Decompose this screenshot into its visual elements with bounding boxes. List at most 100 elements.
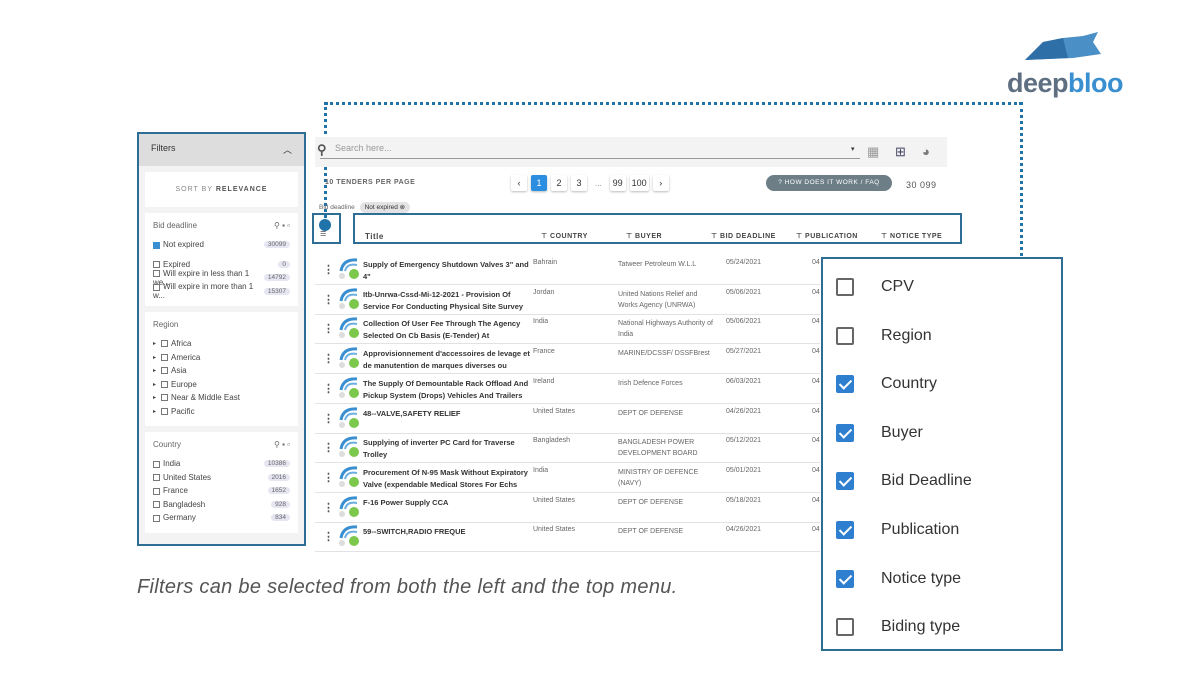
checkbox[interactable] [836,423,854,442]
region-option[interactable]: ▸ Europe [153,378,290,392]
region-option[interactable]: ▸ America [153,351,290,365]
column-toggle[interactable]: Buyer [836,423,923,443]
more-options-icon[interactable]: ⋮ [323,382,334,395]
per-page-select[interactable]: 10 TENDERS PER PAGE [325,179,415,186]
column-toggle[interactable]: Biding type [836,617,960,637]
tender-title[interactable]: Approvisionnement d'accessoires de levag… [363,348,531,372]
column-toggle[interactable]: Publication [836,520,959,540]
filter-option[interactable]: Bangladesh 928 [153,498,290,512]
region-option[interactable]: ▸ Asia [153,364,290,378]
expand-icon[interactable]: ▸ [153,367,156,374]
column-notice-type[interactable]: ⊤ NOTICE TYPE [881,232,942,240]
checkbox[interactable] [153,487,160,495]
table-row[interactable]: ⋮ Procurement Of N-95 Mask Without Expir… [315,463,820,493]
more-options-icon[interactable]: ⋮ [323,471,334,484]
checkbox[interactable] [161,380,169,388]
tender-title[interactable]: F-16 Power Supply CCA [363,497,531,509]
page-button[interactable]: 1 [531,175,547,191]
close-icon[interactable]: ⊗ [400,204,405,211]
checkbox[interactable] [161,367,169,375]
page-button[interactable]: 99 [609,175,626,191]
checkbox[interactable] [836,326,854,345]
column-toggle[interactable]: CPV [836,277,914,297]
checkbox[interactable] [153,501,160,509]
checkbox[interactable] [153,474,160,482]
table-row[interactable]: ⋮ Supplying of inverter PC Card for Trav… [315,433,820,464]
column-toggle[interactable]: Notice type [836,569,961,589]
region-option[interactable]: ▸ Africa [153,337,290,351]
table-row[interactable]: ⋮ The Supply Of Demountable Rack Offload… [315,374,820,404]
prev-page-button[interactable]: ‹ [511,175,527,191]
checkbox[interactable] [836,569,854,588]
search-input[interactable]: Search here... [320,143,860,159]
expand-icon[interactable]: ▸ [153,340,156,347]
more-options-icon[interactable]: ⋮ [323,322,334,335]
faq-button[interactable]: ? HOW DOES IT WORK / FAQ [766,175,892,191]
checkbox[interactable] [836,521,854,539]
chart-view-icon[interactable]: ◕ [922,144,930,159]
filter-option[interactable]: France 1652 [153,484,290,498]
checkbox[interactable] [153,261,160,269]
tender-title[interactable]: 48--VALVE,SAFETY RELIEF [363,408,531,420]
filter-chip[interactable]: Not expired ⊗ [359,202,411,213]
checkbox[interactable] [836,472,854,491]
region-option[interactable]: ▸ Near & Middle East [153,391,290,405]
more-options-icon[interactable]: ⋮ [323,293,334,306]
table-row[interactable]: ⋮ F-16 Power Supply CCA United States DE… [315,493,820,523]
more-options-icon[interactable]: ⋮ [323,441,334,454]
sort-button[interactable]: SORT BY RELEVANCE [145,172,298,207]
filter-option[interactable]: United States 2016 [153,471,290,485]
filter-option[interactable]: Will expire in more than 1 w... 15307 [153,282,290,300]
checkbox[interactable] [153,514,160,522]
checkbox[interactable] [161,353,169,361]
chevron-up-icon[interactable]: ︿ [283,143,292,157]
next-page-button[interactable]: › [652,175,669,191]
filter-option[interactable]: Germany 834 [153,511,290,525]
page-button[interactable]: 3 [571,175,587,191]
table-row[interactable]: ⋮ Approvisionnement d'accessoires de lev… [315,344,820,375]
grid-view-icon[interactable]: ▦ [867,144,879,160]
checkbox[interactable] [161,394,169,402]
more-options-icon[interactable]: ⋮ [323,501,334,514]
expand-icon[interactable]: ▸ [153,394,156,401]
tender-title[interactable]: Collection Of User Fee Through The Agenc… [363,318,531,342]
tender-title[interactable]: Procurement Of N-95 Mask Without Expirat… [363,467,531,491]
tender-title[interactable]: Supply of Emergency Shutdown Valves 3" a… [363,259,531,283]
column-country[interactable]: ⊤ COUNTRY [541,232,588,240]
tender-title[interactable]: Itb-Unrwa-Cssd-Mi-12-2021 - Provision Of… [363,289,531,313]
expand-icon[interactable]: ▸ [153,408,156,415]
table-row[interactable]: ⋮ Itb-Unrwa-Cssd-Mi-12-2021 - Provision … [315,285,820,315]
expand-icon[interactable]: ▸ [153,354,156,361]
checkbox[interactable] [161,340,169,348]
column-bid-deadline[interactable]: ⊤ BID DEADLINE [711,232,776,240]
more-options-icon[interactable]: ⋮ [323,352,334,365]
dropdown-icon[interactable]: ▾ [851,145,855,153]
filter-option[interactable]: India 10386 [153,457,290,471]
table-row[interactable]: ⋮ Collection Of User Fee Through The Age… [315,314,820,345]
checkbox[interactable] [153,283,160,291]
tender-title[interactable]: The Supply Of Demountable Rack Offload A… [363,378,531,402]
filter-option[interactable]: Not expired 30099 [153,238,290,252]
search-icon[interactable]: ⚲ ▪ ▫ [274,221,290,230]
column-title[interactable]: Title [365,232,384,241]
table-row[interactable]: ⋮ 48--VALVE,SAFETY RELIEF United States … [315,404,820,434]
page-button[interactable]: 100 [629,175,649,191]
checkbox[interactable] [161,407,169,415]
checkbox[interactable] [153,270,160,278]
checkbox[interactable] [153,460,160,468]
table-row[interactable]: ⋮ 59--SWITCH,RADIO FREQUE United States … [315,522,820,553]
region-option[interactable]: ▸ Pacific [153,405,290,419]
more-options-icon[interactable]: ⋮ [323,530,334,543]
column-publication[interactable]: ⊤ PUBLICATION [796,232,858,240]
checkbox[interactable] [836,618,854,637]
more-options-icon[interactable]: ⋮ [323,263,334,276]
tender-title[interactable]: Supplying of inverter PC Card for Traver… [363,437,531,461]
tender-title[interactable]: 59--SWITCH,RADIO FREQUE [363,526,531,538]
more-options-icon[interactable]: ⋮ [323,412,334,425]
checkbox[interactable] [836,375,854,394]
expand-icon[interactable]: ▸ [153,381,156,388]
table-view-icon[interactable]: ⊞ [895,144,906,160]
column-toggle[interactable]: Region [836,326,932,346]
page-button[interactable]: 2 [551,175,567,191]
checkbox[interactable] [836,278,854,296]
